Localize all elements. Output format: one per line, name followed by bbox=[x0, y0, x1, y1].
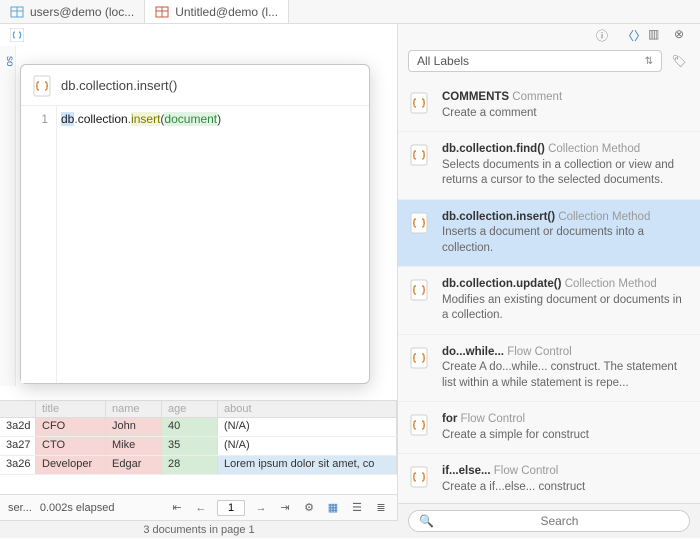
bracket-icon bbox=[410, 412, 432, 443]
left-gutter-hint: so bbox=[0, 46, 16, 386]
tab-untitled[interactable]: Untitled@demo (l... bbox=[145, 0, 289, 23]
prev-page-icon[interactable]: ← bbox=[193, 500, 209, 516]
last-page-icon[interactable]: ⇥ bbox=[277, 500, 293, 516]
results-footer: ser... 0.002s elapsed ⇤ ← → ⇥ ⚙ ▦ ☰ ≣ bbox=[0, 494, 397, 520]
right-toolbar: ⓘ 〈〉 ▥ ⊗ bbox=[398, 24, 700, 46]
bracket-icon bbox=[410, 210, 432, 257]
table-icon bbox=[10, 5, 24, 19]
bracket-icon bbox=[410, 277, 432, 324]
table-row[interactable]: 3a27CTOMike35(N/A) bbox=[0, 437, 397, 456]
tab-label: Untitled@demo (l... bbox=[175, 5, 278, 19]
snippet-item[interactable]: db.collection.find() Collection MethodSe… bbox=[398, 132, 700, 200]
elapsed-label: 0.002s elapsed bbox=[40, 502, 115, 514]
snippet-item[interactable]: do...while... Flow ControlCreate A do...… bbox=[398, 335, 700, 403]
snippet-item[interactable]: for Flow ControlCreate a simple for cons… bbox=[398, 402, 700, 454]
list-view-icon[interactable]: ☰ bbox=[349, 500, 365, 516]
table-row[interactable]: 3a26DeveloperEdgar28Lorem ipsum dolor si… bbox=[0, 456, 397, 475]
snippet-item[interactable]: if...else... Flow ControlCreate a if...e… bbox=[398, 454, 700, 503]
line-gutter: 1 bbox=[21, 106, 57, 383]
ser-label: ser... bbox=[8, 502, 32, 514]
venn-icon[interactable]: ⊗ bbox=[674, 27, 690, 43]
code-editor[interactable]: db.collection.insert(document) bbox=[57, 106, 369, 383]
bracket-icon bbox=[410, 142, 432, 189]
grid-header: title name age about bbox=[0, 400, 397, 418]
snippet-list: COMMENTS CommentCreate a commentdb.colle… bbox=[398, 80, 700, 503]
snippet-item[interactable]: db.collection.insert() Collection Method… bbox=[398, 200, 700, 268]
search-box[interactable]: 🔍 bbox=[408, 510, 690, 532]
tree-view-icon[interactable]: ≣ bbox=[373, 500, 389, 516]
editor-tabs: users@demo (loc... Untitled@demo (l... bbox=[0, 0, 700, 24]
columns-icon[interactable]: ▥ bbox=[648, 27, 664, 43]
page-input[interactable] bbox=[217, 500, 245, 516]
search-icon: 🔍 bbox=[419, 514, 434, 528]
table-icon bbox=[155, 5, 169, 19]
bracket-icon bbox=[33, 75, 53, 95]
bracket-icon bbox=[410, 345, 432, 392]
chevron-updown-icon: ⇅ bbox=[645, 56, 653, 67]
status-bar: 3 documents in page 1 bbox=[0, 520, 398, 538]
info-icon[interactable]: ⓘ bbox=[596, 27, 612, 43]
labels-dropdown[interactable]: All Labels ⇅ bbox=[408, 50, 662, 72]
tag-icon[interactable]: 🏷 bbox=[668, 50, 690, 72]
bracket-icon[interactable] bbox=[10, 28, 24, 42]
tab-users[interactable]: users@demo (loc... bbox=[0, 0, 145, 23]
snippet-popup: db.collection.insert() 1 db.collection.i… bbox=[20, 64, 370, 384]
snippet-item[interactable]: db.collection.update() Collection Method… bbox=[398, 267, 700, 335]
snippet-item[interactable]: COMMENTS CommentCreate a comment bbox=[398, 80, 700, 132]
grid-view-icon[interactable]: ▦ bbox=[325, 500, 341, 516]
popup-title: db.collection.insert() bbox=[61, 78, 177, 93]
gear-icon[interactable]: ⚙ bbox=[301, 500, 317, 516]
tab-label: users@demo (loc... bbox=[30, 5, 134, 19]
bracket-icon bbox=[410, 464, 432, 495]
bracket-icon bbox=[410, 90, 432, 121]
braces-icon[interactable]: 〈〉 bbox=[622, 27, 638, 43]
next-page-icon[interactable]: → bbox=[253, 500, 269, 516]
search-input[interactable] bbox=[440, 514, 679, 528]
left-toolbar bbox=[0, 24, 397, 46]
table-row[interactable]: 3a2dCFOJohn40(N/A) bbox=[0, 418, 397, 437]
results-grid: title name age about 3a2dCFOJohn40(N/A)3… bbox=[0, 400, 397, 480]
first-page-icon[interactable]: ⇤ bbox=[169, 500, 185, 516]
